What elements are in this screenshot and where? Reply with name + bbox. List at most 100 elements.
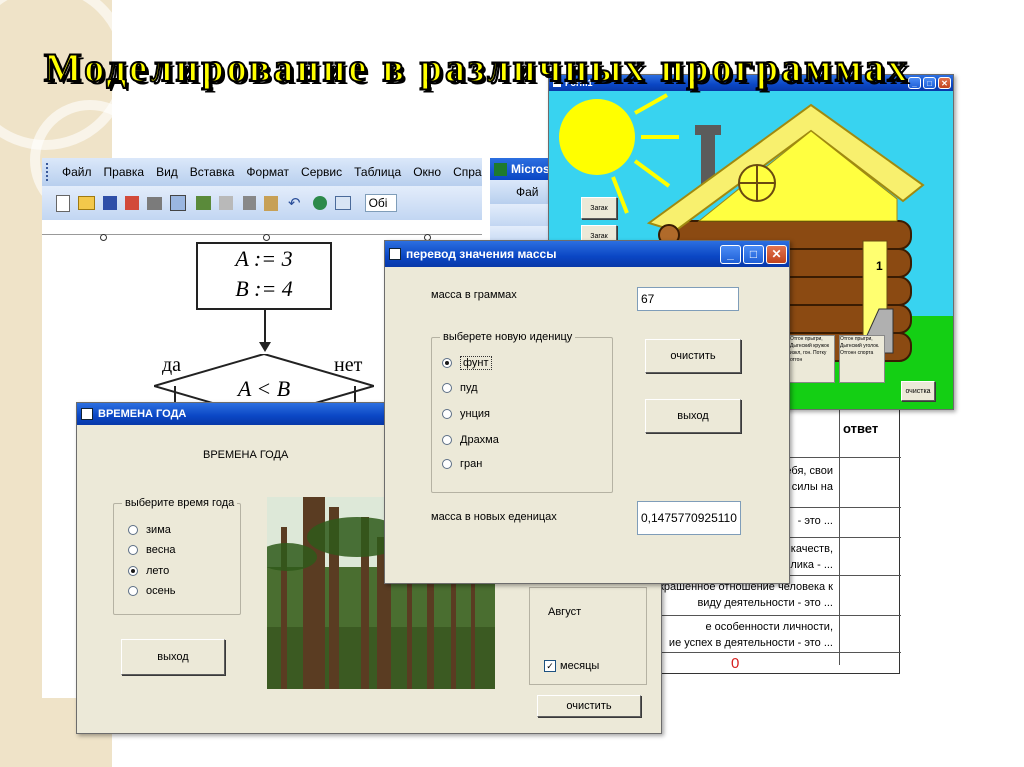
print-icon[interactable] <box>147 196 162 210</box>
result-output[interactable]: 0,1475770925110 <box>637 501 741 535</box>
undo-icon[interactable]: ↶ <box>288 194 301 212</box>
slide-title: Моделирование в различных программах <box>43 44 911 91</box>
excel-app-icon <box>494 162 507 176</box>
menu-item-file[interactable]: Файл <box>62 165 92 179</box>
season-groupbox: выберите время года зима весна лето осен… <box>113 497 241 615</box>
radio-pood[interactable]: пуд <box>442 382 478 394</box>
style-dropdown[interactable]: Обі <box>364 194 397 212</box>
month-label: Август <box>548 606 582 618</box>
radio-circle-selected[interactable] <box>128 566 138 576</box>
season-group-label: выберите время года <box>122 497 238 509</box>
seasons-clear-button[interactable]: очистить <box>537 695 641 717</box>
table-header-cell: ответ <box>843 421 879 436</box>
menu-item-window[interactable]: Окно <box>413 165 441 179</box>
radio-circle[interactable] <box>442 409 452 419</box>
research-icon[interactable] <box>219 196 233 210</box>
radio-label: унция <box>460 408 490 420</box>
radio-winter[interactable]: зима <box>128 524 171 536</box>
word-toolbar: ↶ Обі <box>42 186 482 220</box>
radio-pound[interactable]: фунт <box>442 356 492 370</box>
branch-yes-label: да <box>162 354 182 376</box>
excel-menu-file[interactable]: Фай <box>516 185 539 199</box>
radio-circle[interactable] <box>442 459 452 469</box>
months-checkbox[interactable]: ✓ месяцы <box>544 660 599 672</box>
table-icon[interactable] <box>334 196 351 210</box>
flowchart-arrow <box>264 310 266 346</box>
radio-grain[interactable]: гран <box>442 458 482 470</box>
menu-item-format[interactable]: Формат <box>246 165 289 179</box>
unit-groupbox: выберете новую иденицу фунт пуд унция Др… <box>431 331 613 493</box>
menu-item-view[interactable]: Вид <box>156 165 178 179</box>
table-divider <box>839 407 840 665</box>
print-preview-icon[interactable] <box>170 195 186 211</box>
menu-item-help[interactable]: Спра <box>453 165 482 179</box>
radio-spring[interactable]: весна <box>128 544 176 556</box>
radio-label: гран <box>460 458 483 470</box>
radio-label: лето <box>146 565 170 577</box>
seasons-heading: ВРЕМЕНА ГОДА <box>203 449 289 461</box>
mass-app-icon <box>389 248 401 260</box>
save-icon[interactable] <box>103 196 117 210</box>
radio-circle[interactable] <box>128 545 138 555</box>
radio-circle[interactable] <box>128 525 138 535</box>
row-5-line-2: ие успех в деятельности - это ... <box>668 637 833 649</box>
grams-input[interactable]: 67 <box>637 287 739 311</box>
radio-circle[interactable] <box>442 435 452 445</box>
radio-drachma[interactable]: Драхма <box>442 434 499 446</box>
mass-exit-button[interactable]: выход <box>645 399 741 433</box>
assign-a: A := 3 <box>235 246 293 271</box>
radio-circle-selected[interactable] <box>442 358 452 368</box>
seasons-app-icon <box>81 408 93 420</box>
row-4-line-2: виду деятельности - это ... <box>697 597 833 609</box>
branch-no-label: нет <box>334 354 363 376</box>
house-clear-button[interactable]: очистка <box>901 381 935 401</box>
ruler-area <box>42 220 482 235</box>
mass-titlebar: перевод значения массы _ □ ✕ <box>385 241 789 267</box>
row-5-line-1: е особенности личности, <box>705 621 833 633</box>
permission-icon[interactable] <box>125 196 139 210</box>
menu-item-tools[interactable]: Сервис <box>301 165 342 179</box>
radio-autumn[interactable]: осень <box>128 585 176 597</box>
close-button[interactable]: ✕ <box>766 244 787 264</box>
hyperlink-icon[interactable] <box>312 196 327 210</box>
note-box-1: Отгон прыгри, Дыгнский кружок изкл, гон.… <box>789 335 835 383</box>
radio-summer[interactable]: лето <box>128 565 169 577</box>
menu-item-insert[interactable]: Вставка <box>190 165 235 179</box>
door-number: 1 <box>876 259 883 273</box>
menu-item-table[interactable]: Таблица <box>354 165 401 179</box>
radio-circle[interactable] <box>442 383 452 393</box>
radio-circle[interactable] <box>128 586 138 596</box>
close-button[interactable]: ✕ <box>938 77 951 89</box>
radio-ounce[interactable]: унция <box>442 408 490 420</box>
selection-handle[interactable] <box>100 234 107 241</box>
flowchart-arrowhead <box>259 342 271 352</box>
maximize-button[interactable]: □ <box>743 244 764 264</box>
grams-label: масса в граммах <box>431 289 517 301</box>
sun-icon <box>559 99 635 175</box>
house-button-1[interactable]: Загак <box>581 197 617 219</box>
table-row: е особенности личности, ие успех в деяте… <box>651 619 833 651</box>
checkbox-label: месяцы <box>560 660 600 672</box>
cut-icon[interactable] <box>243 196 256 210</box>
seasons-exit-button[interactable]: выход <box>121 639 225 675</box>
table-hline <box>651 615 901 616</box>
mass-clear-button[interactable]: очистить <box>645 339 741 373</box>
radio-label: пуд <box>460 382 478 394</box>
note-box-2: Отгон прыгри, Дыгнский уголок. Отгонн сп… <box>839 335 885 383</box>
radio-label: весна <box>146 544 176 556</box>
new-doc-icon[interactable] <box>56 194 70 212</box>
minimize-button[interactable]: _ <box>720 244 741 264</box>
spellcheck-icon[interactable] <box>196 196 211 210</box>
month-panel: Август ✓ месяцы <box>529 587 647 685</box>
maximize-button[interactable]: □ <box>923 77 936 89</box>
table-hline <box>651 652 901 653</box>
paste-icon[interactable] <box>264 195 278 211</box>
decision-condition: A < B <box>237 376 291 401</box>
flowchart-assign-block: A := 3 B := 4 <box>196 242 332 310</box>
table-total: 0 <box>731 655 740 672</box>
selection-handle[interactable] <box>263 234 270 241</box>
menu-item-edit[interactable]: Правка <box>104 165 145 179</box>
checkbox-checked-icon[interactable]: ✓ <box>544 660 556 672</box>
menu-grip <box>46 163 54 181</box>
open-folder-icon[interactable] <box>78 196 95 210</box>
